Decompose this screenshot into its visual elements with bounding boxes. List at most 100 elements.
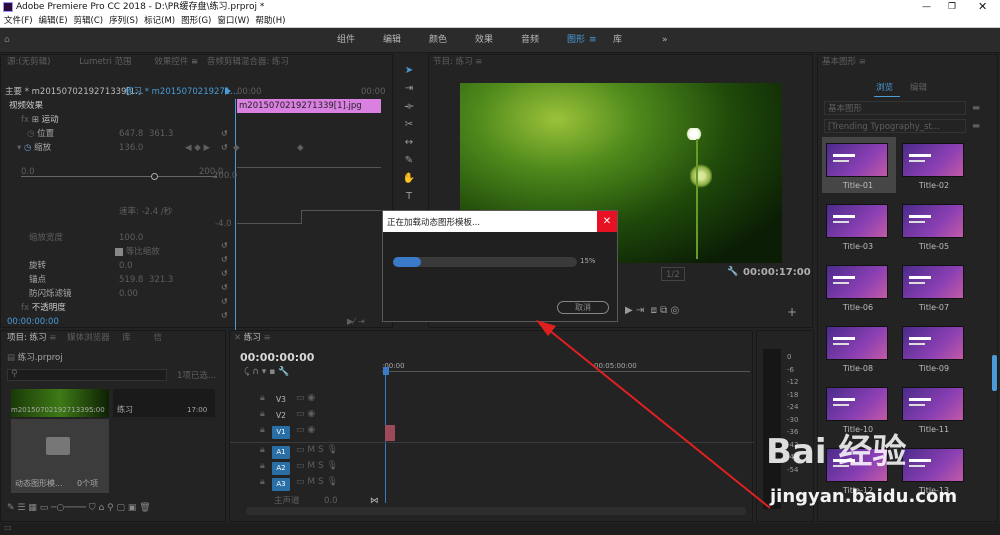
track-controls-icons[interactable]: ▭ M S 🎙	[296, 445, 338, 455]
stopwatch-active-icon[interactable]: ◷	[24, 143, 31, 153]
menu-lines-icon[interactable]: ≡	[589, 28, 597, 53]
lock-icon[interactable]: 🔒︎	[260, 409, 265, 419]
keyframe-nav-icon[interactable]: ◀ ◆ ▶	[185, 141, 210, 155]
program-timecode[interactable]: 00:00:17:00	[743, 266, 811, 280]
timeline-timecode[interactable]: 00:00:00:00	[240, 351, 314, 364]
time-ruler[interactable]	[382, 371, 750, 372]
lock-icon[interactable]: 🔒︎	[260, 445, 265, 455]
workspace-tab-graphics[interactable]: 图形	[567, 28, 585, 53]
close-window-icon[interactable]: ✕	[978, 0, 987, 14]
timeline-video-clip[interactable]	[385, 425, 395, 441]
master-end-icon[interactable]: ⋈	[370, 494, 379, 508]
timeline-menu-icon[interactable]: ≡	[264, 333, 271, 343]
type-tool-icon[interactable]: T	[397, 188, 421, 206]
sync-icon[interactable]: ▭ ◉	[296, 409, 315, 419]
template-item-title-10[interactable]: Title-10	[826, 387, 898, 434]
ec-footer-icons[interactable]: ▶⁄ ⇥	[347, 315, 365, 329]
eg-dropdown-template[interactable]: [Trending Typography_st...	[824, 119, 966, 133]
template-thumbnail[interactable]	[826, 448, 888, 482]
position-y[interactable]: 361.3	[149, 127, 173, 141]
track-select-tool-icon[interactable]: ⇥	[397, 80, 421, 98]
track-name-a3[interactable]: A3	[272, 478, 290, 491]
scale-slider[interactable]	[21, 176, 217, 177]
position-x[interactable]: 647.8	[119, 127, 143, 141]
minimize-icon[interactable]: —	[922, 0, 931, 14]
menu-edit[interactable]: 编辑(E)	[39, 16, 68, 26]
menu-window[interactable]: 窗口(W)	[217, 16, 249, 26]
lock-icon[interactable]: 🔒︎	[260, 393, 265, 403]
template-item-title-03[interactable]: Title-03	[826, 204, 898, 251]
disclosure-arrow-icon[interactable]: ▾	[17, 143, 21, 153]
project-footer-icons[interactable]: ✎ ☰ ▦ ▭ ─○──── ⛉ ⌂ ⚲ ▢ ▣ 🗑	[7, 503, 221, 515]
sync-icon[interactable]: ▭ ◉	[296, 393, 315, 403]
eg-tab-browse[interactable]: 浏览	[876, 81, 893, 95]
timeline-title[interactable]: 练习	[244, 333, 261, 343]
track-name-a1[interactable]: A1	[272, 446, 290, 459]
program-title[interactable]: 节目: 练习	[433, 57, 473, 67]
eg-tab-edit[interactable]: 编辑	[910, 81, 927, 95]
add-button-icon[interactable]: +	[787, 305, 797, 319]
track-controls-icons[interactable]: ▭ M S 🎙	[296, 461, 338, 471]
eg-scrollbar[interactable]	[992, 355, 997, 391]
tab-lumetri-scopes[interactable]: Lumetri 范围	[79, 57, 131, 67]
template-item-title-09[interactable]: Title-09	[902, 326, 974, 373]
lock-icon[interactable]: 🔒︎	[260, 477, 265, 487]
template-item-title-13[interactable]: Title-13	[902, 448, 974, 495]
stopwatch-icon[interactable]: ◷	[27, 129, 34, 139]
template-thumbnail[interactable]	[826, 204, 888, 238]
anchor-x[interactable]: 519.8	[119, 273, 143, 287]
eg-folder2-icon[interactable]: ▬	[972, 119, 980, 133]
template-item-title-01[interactable]: Title-01	[826, 143, 898, 190]
timeline-close-icon[interactable]: ✕	[234, 333, 241, 343]
menu-graphics[interactable]: 图形(G)	[181, 16, 211, 26]
menu-file[interactable]: 文件(F)	[4, 16, 33, 26]
tab-source[interactable]: 源:(无剪辑)	[7, 57, 51, 67]
selection-tool-icon[interactable]: ➤	[397, 62, 421, 80]
template-item-title-05[interactable]: Title-05	[902, 204, 974, 251]
tab-project[interactable]: 项目: 练习	[7, 333, 47, 343]
timeline-playhead-handle[interactable]	[383, 367, 389, 375]
cancel-button[interactable]: 取消	[557, 301, 609, 314]
rotation-value[interactable]: 0.0	[119, 259, 133, 273]
template-item-title-07[interactable]: Title-07	[902, 265, 974, 312]
workspace-tab-audio[interactable]: 音频	[521, 28, 539, 53]
play-arrow-icon[interactable]	[225, 87, 231, 95]
program-menu-icon[interactable]: ≡	[475, 57, 482, 67]
ec-timecode[interactable]: 00:00:00:00	[7, 315, 59, 329]
track-controls-icons[interactable]: ▭ M S 🎙	[296, 477, 338, 487]
item2-name[interactable]: 练习	[117, 403, 133, 417]
template-thumbnail[interactable]	[902, 326, 964, 360]
anchor-y[interactable]: 321.3	[149, 273, 173, 287]
template-thumbnail[interactable]	[902, 265, 964, 299]
transport-controls[interactable]: ▶ ⇥ ⧈ ⧉ ◎	[625, 305, 679, 316]
keyframe-diamond-icon[interactable]: ◆	[297, 141, 304, 155]
template-thumbnail[interactable]	[902, 204, 964, 238]
tab-audio-mixer[interactable]: 音频剪辑混合器: 练习	[207, 57, 289, 67]
project-menu-icon[interactable]: ≡	[49, 333, 56, 343]
timeline-scrollbar[interactable]	[246, 507, 746, 515]
wrench-icon[interactable]: 🔧	[727, 267, 738, 277]
template-thumbnail[interactable]	[902, 387, 964, 421]
ripple-edit-tool-icon[interactable]: ⟛	[397, 98, 421, 116]
template-thumbnail[interactable]	[826, 387, 888, 421]
project-search-input[interactable]: ⚲	[7, 369, 167, 381]
pen-tool-icon[interactable]: ✎	[397, 152, 421, 170]
razor-tool-icon[interactable]: ✂	[397, 116, 421, 134]
essential-graphics-title[interactable]: 基本图形	[822, 57, 856, 67]
keyframe-start-icon[interactable]: ◆	[233, 141, 240, 155]
more-workspaces-icon[interactable]: »	[662, 28, 668, 53]
sync-icon[interactable]: ▭ ◉	[296, 425, 315, 435]
ec-clip-bar[interactable]: m2015070219271339[1].jpg	[237, 99, 381, 113]
template-thumbnail[interactable]	[826, 326, 888, 360]
transform-icon[interactable]: ⊞	[32, 115, 39, 125]
reset-icons-column[interactable]: ↺ ↺ ↺ ↺ ↺ ↺ ↺ ↺	[221, 127, 229, 320]
workspace-tab-libraries[interactable]: 库	[613, 28, 622, 53]
hand-tool-icon[interactable]: ✋	[397, 170, 421, 188]
template-item-title-06[interactable]: Title-06	[826, 265, 898, 312]
template-thumbnail[interactable]	[826, 143, 888, 177]
eg-dropdown-graphics[interactable]: 基本图形	[824, 101, 966, 115]
eg-folder-icon[interactable]: ▬	[972, 101, 980, 115]
timeline-tool-icons[interactable]: ⤹ ∩ ▾ ▪ 🔧	[244, 367, 354, 377]
workspace-tab-effects[interactable]: 效果	[475, 28, 493, 53]
template-thumbnail[interactable]	[902, 448, 964, 482]
